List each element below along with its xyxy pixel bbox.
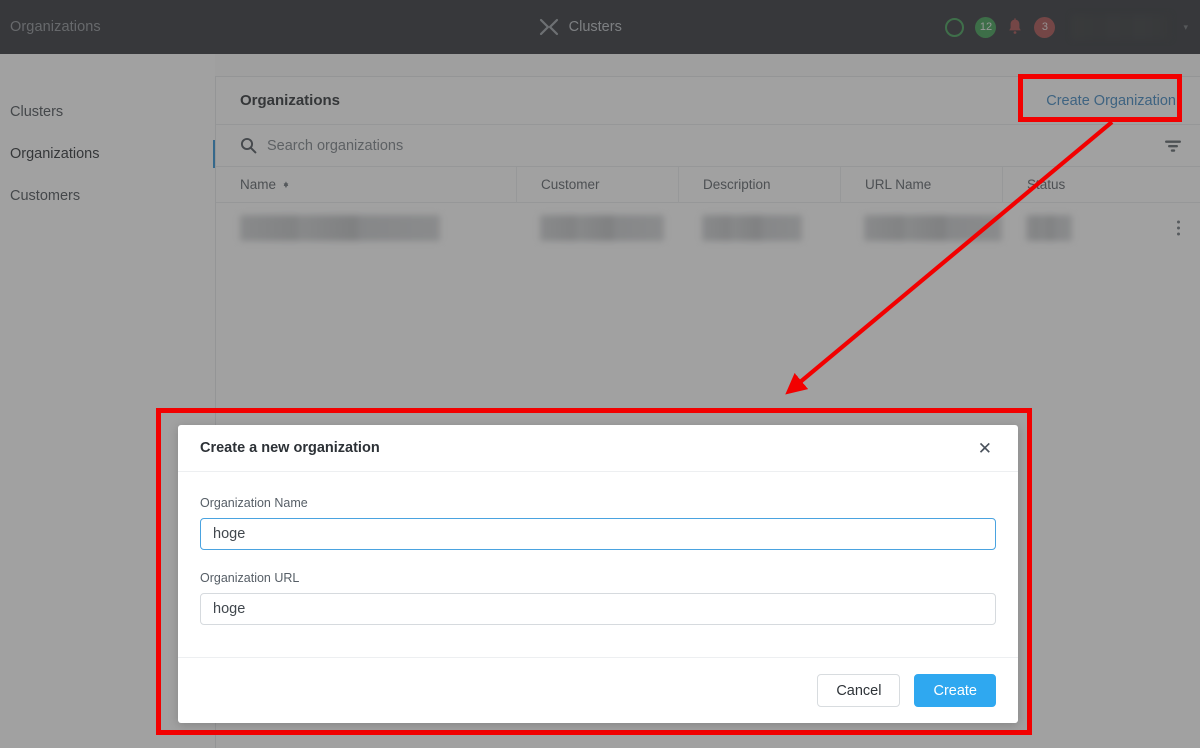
modal-header: Create a new organization ✕ bbox=[178, 425, 1018, 472]
organization-url-input[interactable] bbox=[200, 593, 996, 625]
cancel-button[interactable]: Cancel bbox=[817, 674, 901, 707]
create-button[interactable]: Create bbox=[914, 674, 996, 707]
app-root: Organizations Clusters 12 3 ▾ Clusters O… bbox=[0, 0, 1200, 748]
organization-name-label: Organization Name bbox=[200, 496, 308, 510]
organization-name-input[interactable] bbox=[200, 518, 996, 550]
create-organization-modal: Create a new organization ✕ Organization… bbox=[178, 425, 1018, 723]
modal-title: Create a new organization bbox=[200, 440, 380, 456]
modal-body: Organization Name Organization URL bbox=[178, 472, 1018, 625]
modal-footer: Cancel Create bbox=[178, 657, 1018, 723]
highlight-create-organization-button bbox=[1018, 74, 1182, 122]
organization-url-label: Organization URL bbox=[200, 571, 300, 585]
close-icon[interactable]: ✕ bbox=[974, 438, 996, 459]
